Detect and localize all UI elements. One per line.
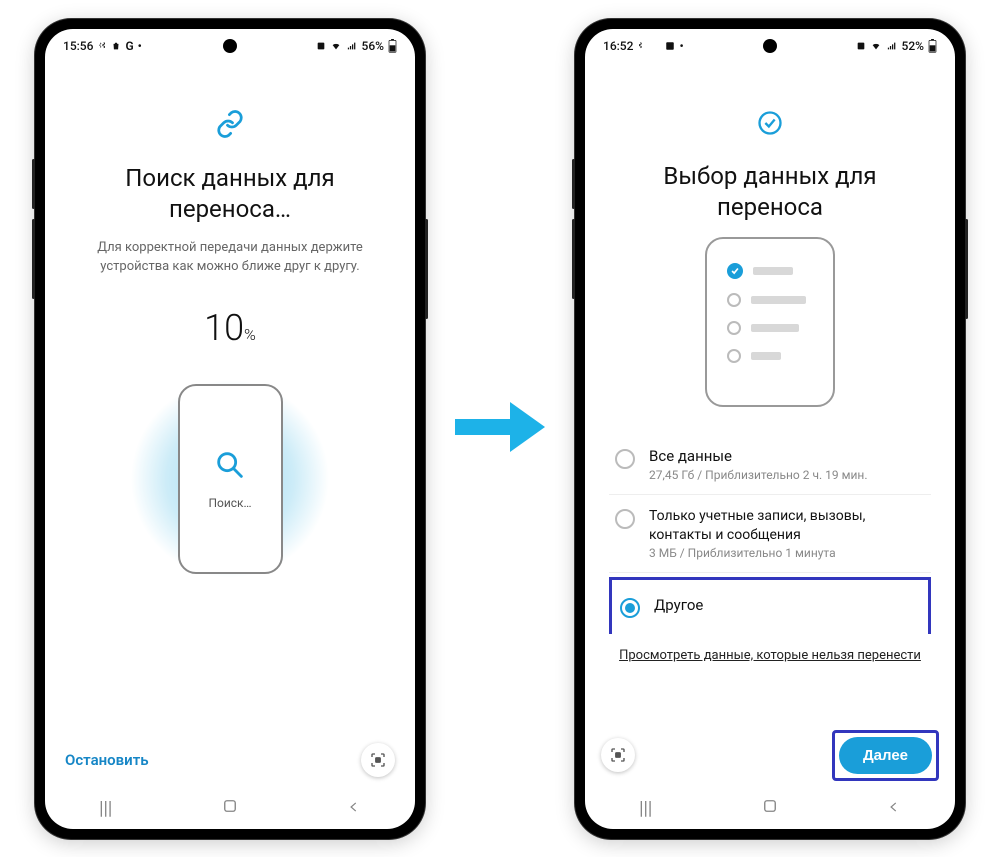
search-label: Поиск… [208,496,251,510]
footer-bar: Далее [585,720,955,789]
nav-home-button[interactable] [221,797,239,820]
battery-percent: 56% [362,39,384,53]
battery-icon [388,39,397,53]
arrow-right-icon [455,397,545,461]
screen-left: 15:56 G • 56% [45,29,415,829]
qr-scan-button[interactable] [361,743,395,777]
volume-down-button[interactable] [32,219,35,299]
percent-unit: % [244,325,256,344]
option-subtitle: 27,45 Гб / Приблизительно 2 ч. 19 мин. [649,468,925,482]
signal-icon [346,41,358,51]
next-button[interactable]: Далее [839,737,932,774]
link-icon [215,109,245,143]
next-highlight: Далее [832,730,939,781]
phone-outline-graphic: Поиск… [178,384,283,574]
option-title: Другое [654,596,920,616]
option-title: Только учетные записи, вызовы, контакты … [649,507,925,543]
samsung-icon [97,41,107,51]
radio-icon[interactable] [615,509,635,529]
check-circle-icon [756,109,784,141]
power-button[interactable] [425,219,428,319]
google-icon: G [125,39,133,53]
front-camera [763,39,777,53]
battery-icon [928,39,937,53]
option-other[interactable]: Другое [609,577,931,634]
nav-back-button[interactable] [347,798,361,819]
option-title: Все данные [649,447,925,467]
nav-back-button[interactable] [887,798,901,819]
option-all-data[interactable]: Все данные 27,45 Гб / Приблизительно 2 ч… [609,435,931,496]
more-icon: • [679,39,683,53]
wifi-icon [330,41,342,51]
illust-bar [753,267,793,275]
selection-illustration [705,237,835,407]
options-list: Все данные 27,45 Гб / Приблизительно 2 ч… [609,435,931,634]
page-subtitle: Для корректной передачи данных держите у… [80,239,380,277]
nfc-icon [316,41,326,51]
radio-icon[interactable] [615,449,635,469]
content-area: Выбор данных для переноса [585,59,955,720]
nav-recent-button[interactable]: ||| [99,798,112,819]
magnifier-icon [213,448,247,486]
percent-value: 10 [204,307,244,349]
front-camera [223,39,237,53]
content-area: Поиск данных для переноса… Для корректно… [45,59,415,731]
power-button[interactable] [965,219,968,319]
bottom-bar: Остановить [45,731,415,789]
nav-recent-button[interactable]: ||| [639,798,652,819]
volume-up-button[interactable] [572,159,575,209]
illust-radio-icon [727,349,741,363]
screen-right: 16:52 • [585,29,955,829]
illust-bar [751,352,781,360]
signal-icon [886,41,898,51]
download-icon [651,41,661,51]
illust-bar [751,296,806,304]
page-title: Выбор данных для переноса [609,161,931,223]
illust-radio-icon [727,321,741,335]
illust-bar [751,324,799,332]
radio-icon-selected[interactable] [620,598,640,618]
qr-scan-button[interactable] [601,738,635,772]
illust-check-icon [727,263,743,279]
nav-home-button[interactable] [761,797,779,820]
illust-radio-icon [727,293,741,307]
phone-left: 15:56 G • 56% [35,19,425,839]
nav-bar: ||| [585,789,955,829]
wifi-icon [870,41,882,51]
search-graphic: Поиск… [130,379,330,579]
page-title: Поиск данных для переноса… [69,163,391,225]
status-time: 15:56 [63,39,93,53]
status-time: 16:52 [603,39,633,53]
volume-up-button[interactable] [32,159,35,209]
image-icon [665,41,675,51]
volume-down-button[interactable] [572,219,575,299]
phone-right: 16:52 • [575,19,965,839]
nfc-icon [856,41,866,51]
view-untransferable-link[interactable]: Просмотреть данные, которые нельзя перен… [619,648,921,663]
option-subtitle: 3 МБ / Приблизительно 1 минута [649,546,925,560]
battery-percent: 52% [902,39,924,53]
nav-bar: ||| [45,789,415,829]
stop-button[interactable]: Остановить [65,751,149,769]
progress-percent: 10% [204,307,256,349]
more-icon: • [138,39,142,53]
shopping-icon [111,41,121,51]
option-accounts-only[interactable]: Только учетные записи, вызовы, контакты … [609,495,931,572]
samsung-icon [637,41,647,51]
